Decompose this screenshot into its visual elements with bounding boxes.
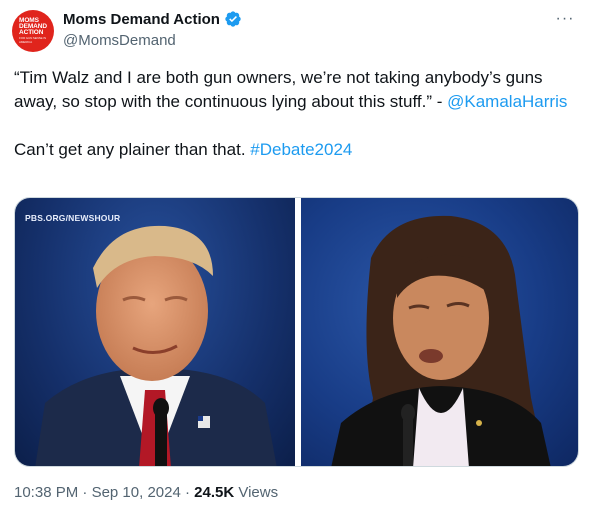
debate-photo-left[interactable]: PBS.ORG/NEWSHOUR bbox=[15, 198, 295, 466]
tweet-meta: 10:38 PM · Sep 10, 2024 · 24.5K Views bbox=[14, 484, 278, 501]
avatar-tagline: FOR GUN SENSE IN AMERICA bbox=[19, 36, 47, 44]
views-count: 24.5K bbox=[194, 484, 235, 501]
views-label: Views bbox=[238, 484, 279, 501]
tweet-date[interactable]: Sep 10, 2024 bbox=[92, 484, 181, 501]
verified-badge-icon[interactable] bbox=[224, 10, 242, 28]
author-display-name[interactable]: Moms Demand Action bbox=[63, 11, 220, 28]
tweet-card: MOMS DEMAND ACTION FOR GUN SENSE IN AMER… bbox=[0, 0, 592, 510]
hashtag-link[interactable]: #Debate2024 bbox=[250, 140, 352, 159]
more-options-icon[interactable]: ··· bbox=[552, 6, 578, 32]
debate-photo-right[interactable] bbox=[301, 198, 578, 466]
author-handle[interactable]: @MomsDemand bbox=[63, 32, 176, 49]
pbs-watermark: PBS.ORG/NEWSHOUR bbox=[25, 213, 121, 223]
author-name-row: Moms Demand Action bbox=[63, 10, 242, 28]
meta-separator-2: · bbox=[184, 484, 190, 501]
tweet-time[interactable]: 10:38 PM bbox=[14, 484, 78, 501]
mention-link[interactable]: @KamalaHarris bbox=[447, 92, 567, 111]
harris-figure-illustration bbox=[331, 215, 551, 466]
media-image[interactable]: PBS.ORG/NEWSHOUR bbox=[14, 197, 579, 467]
tweet-text: “Tim Walz and I are both gun owners, we’… bbox=[14, 66, 574, 162]
trump-figure-illustration bbox=[35, 225, 277, 466]
tweet-second-line: Can’t get any plainer than that. bbox=[14, 140, 246, 159]
meta-separator: · bbox=[82, 484, 88, 501]
avatar[interactable]: MOMS DEMAND ACTION FOR GUN SENSE IN AMER… bbox=[12, 10, 54, 52]
